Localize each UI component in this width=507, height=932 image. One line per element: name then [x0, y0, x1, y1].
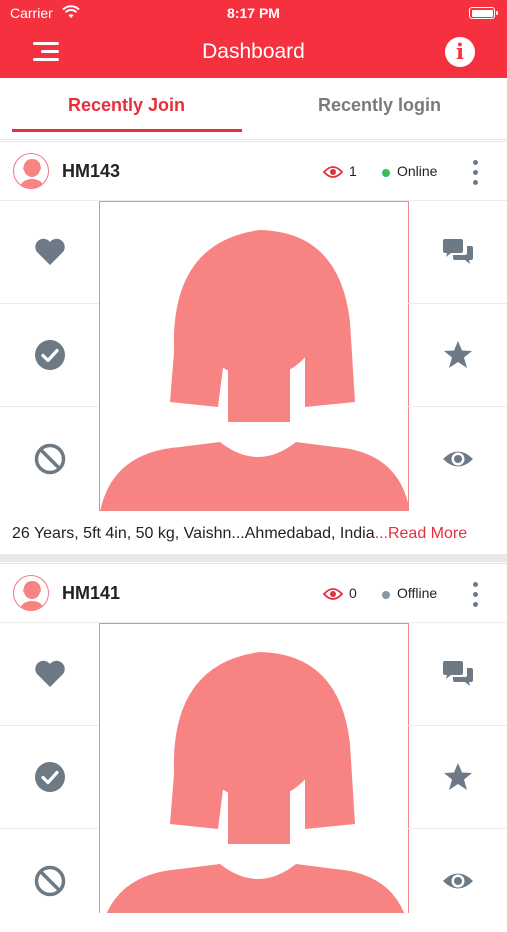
profile-summary: 26 Years, 5ft 4in, 50 kg, Vaishn...Ahmed…: [12, 525, 375, 542]
profile-details: 26 Years, 5ft 4in, 50 kg, Vaishn...Ahmed…: [12, 525, 467, 543]
tab-bar: Recently Join Recently login: [0, 78, 507, 140]
profile-card: HM141 0 Offline: [0, 563, 507, 913]
tab-recently-join[interactable]: Recently Join: [68, 95, 185, 116]
views-eye-icon: [322, 587, 344, 606]
shortlist-button[interactable]: [0, 304, 99, 407]
shortlist-button[interactable]: [0, 726, 99, 829]
like-button[interactable]: [0, 623, 99, 726]
status-bar: Carrier 8:17 PM: [0, 0, 507, 26]
profile-photo[interactable]: [99, 201, 409, 511]
read-more-link[interactable]: ...Read More: [375, 525, 467, 542]
more-options-icon[interactable]: [469, 582, 483, 608]
more-options-icon[interactable]: [469, 160, 483, 186]
view-count: 0: [349, 585, 357, 601]
profile-card-header: HM143 1 Online: [0, 141, 507, 201]
clock: 8:17 PM: [227, 5, 280, 21]
profile-id: HM143: [62, 161, 121, 181]
profile-card: HM143 1 Online 26 Years, 5ft 4in, 50 kg,…: [0, 141, 507, 562]
block-icon: [34, 865, 65, 896]
eye-icon: [442, 451, 473, 466]
online-status-dot: [382, 169, 390, 177]
views-eye-icon: [322, 165, 344, 184]
nav-bar: Dashboard i: [0, 26, 507, 78]
heart-icon: [34, 238, 65, 265]
status-label: Online: [397, 163, 438, 179]
star-icon: [443, 763, 472, 790]
active-tab-indicator: [12, 129, 242, 132]
chat-button[interactable]: [408, 623, 507, 726]
status-label: Offline: [397, 585, 438, 601]
heart-icon: [34, 660, 65, 687]
offline-status-dot: [382, 591, 390, 599]
avatar[interactable]: [13, 575, 49, 611]
favorite-button[interactable]: [408, 304, 507, 407]
chat-button[interactable]: [408, 201, 507, 304]
profile-card-header: HM141 0 Offline: [0, 563, 507, 623]
view-count: 1: [349, 163, 357, 179]
block-button[interactable]: [0, 829, 99, 932]
info-icon[interactable]: i: [445, 37, 475, 67]
page-title: Dashboard: [202, 40, 305, 63]
check-circle-icon: [34, 762, 65, 792]
avatar[interactable]: [13, 153, 49, 189]
chat-icon: [442, 239, 473, 264]
check-circle-icon: [34, 340, 65, 370]
view-button[interactable]: [408, 829, 507, 932]
battery-icon: [469, 7, 498, 19]
eye-icon: [442, 873, 473, 888]
favorite-button[interactable]: [408, 726, 507, 829]
like-button[interactable]: [0, 201, 99, 304]
block-button[interactable]: [0, 407, 99, 510]
tab-recently-login[interactable]: Recently login: [318, 95, 441, 116]
star-icon: [443, 341, 472, 368]
card-divider: [0, 554, 507, 562]
view-button[interactable]: [408, 407, 507, 510]
profile-id: HM141: [62, 583, 121, 603]
block-icon: [34, 443, 65, 474]
chat-icon: [442, 661, 473, 686]
profile-photo[interactable]: [99, 623, 409, 913]
